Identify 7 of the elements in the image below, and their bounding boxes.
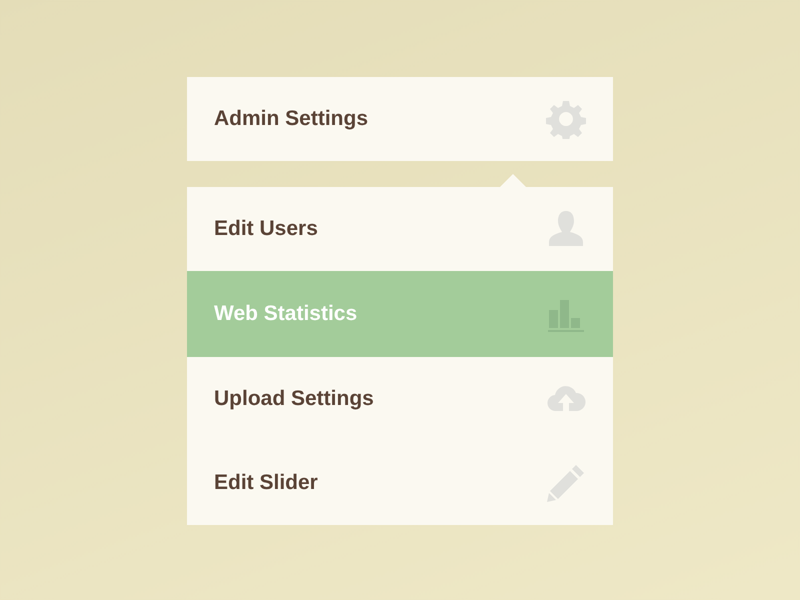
pencil-icon bbox=[546, 463, 586, 503]
gear-icon bbox=[546, 99, 586, 139]
menu-item[interactable]: Upload Settings bbox=[187, 357, 613, 441]
user-icon bbox=[546, 209, 586, 249]
menu-item[interactable]: Edit Users bbox=[187, 187, 613, 271]
header-title: Admin Settings bbox=[214, 107, 368, 131]
menu-item[interactable]: Edit Slider bbox=[187, 441, 613, 525]
